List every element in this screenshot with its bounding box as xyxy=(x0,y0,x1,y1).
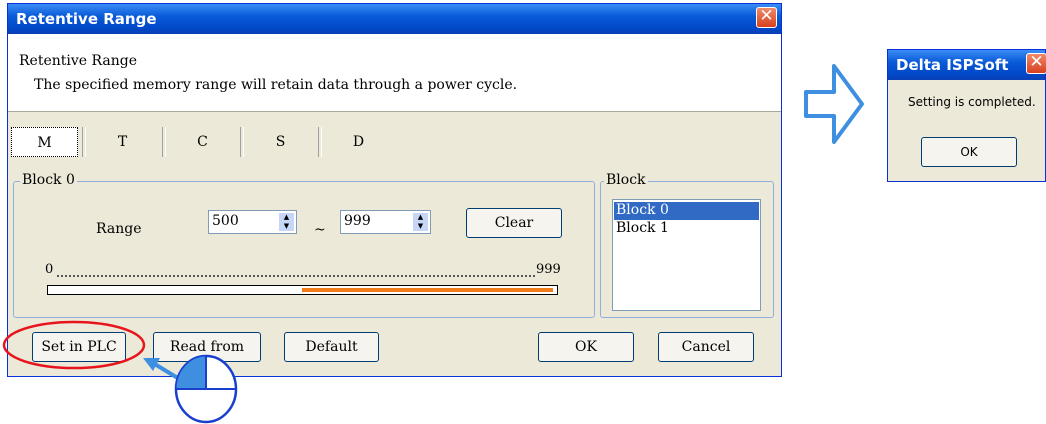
spinner-arrows[interactable]: ▲ ▼ xyxy=(279,213,294,231)
arrow-down-icon[interactable]: ▼ xyxy=(413,222,428,231)
read-from-plc-button[interactable]: Read from PLC xyxy=(153,332,261,383)
button-label: OK xyxy=(575,339,597,355)
button-label: Default xyxy=(305,339,358,355)
tab-label: T xyxy=(117,134,128,150)
confirm-title-bar[interactable]: Delta ISPSoft ✕ xyxy=(888,50,1046,80)
block-group-title: Block xyxy=(604,172,648,188)
list-item-label: Block 0 xyxy=(616,202,669,218)
tab-label: C xyxy=(197,134,208,150)
button-label: OK xyxy=(960,145,978,159)
button-label: Clear xyxy=(494,215,534,231)
range-start-value: 500 xyxy=(212,213,239,229)
range-end-spinner[interactable]: 999 ▲ ▼ xyxy=(340,210,431,234)
button-label: Cancel xyxy=(681,339,731,355)
group-title: Block 0 xyxy=(20,172,77,188)
dialog-title: Retentive Range xyxy=(16,10,157,28)
spinner-arrows[interactable]: ▲ ▼ xyxy=(413,213,428,231)
tab-s[interactable]: S xyxy=(243,127,318,157)
list-item-block-0[interactable]: Block 0 xyxy=(614,202,759,220)
range-separator: ~ xyxy=(314,222,326,238)
arrow-up-icon[interactable]: ▲ xyxy=(413,213,428,222)
close-icon: ✕ xyxy=(759,6,774,26)
range-end-value: 999 xyxy=(344,213,371,229)
button-label: Read from PLC xyxy=(169,339,245,383)
tab-label: M xyxy=(37,135,52,151)
tab-label: S xyxy=(275,134,286,150)
block-listbox[interactable]: Block 0 Block 1 xyxy=(612,199,761,311)
scale-min-label: 0 xyxy=(45,262,54,277)
default-button[interactable]: Default xyxy=(284,332,379,362)
confirm-dialog-title: Delta ISPSoft xyxy=(896,56,1009,74)
list-item-label: Block 1 xyxy=(616,220,669,236)
range-bar-track xyxy=(47,285,558,295)
block-list-group: Block Block 0 Block 1 xyxy=(600,172,774,318)
ok-button[interactable]: OK xyxy=(538,332,634,362)
list-item-block-1[interactable]: Block 1 xyxy=(614,220,759,238)
cancel-button[interactable]: Cancel xyxy=(658,332,754,362)
button-label: Set in PLC xyxy=(41,339,117,355)
tab-t[interactable]: T xyxy=(85,127,160,157)
section-description: The specified memory range will retain d… xyxy=(34,77,518,93)
clear-button[interactable]: Clear xyxy=(466,208,562,238)
tab-c[interactable]: C xyxy=(165,127,240,157)
tab-d[interactable]: D xyxy=(321,127,396,157)
close-button[interactable]: ✕ xyxy=(1026,52,1046,74)
range-start-spinner[interactable]: 500 ▲ ▼ xyxy=(208,210,297,234)
close-button[interactable]: ✕ xyxy=(756,6,777,28)
description-panel: Retentive Range The specified memory ran… xyxy=(8,34,781,112)
confirm-dialog: Delta ISPSoft ✕ Setting is completed. OK xyxy=(887,49,1046,182)
tab-label: D xyxy=(352,134,365,150)
arrow-down-icon[interactable]: ▼ xyxy=(279,222,294,231)
flow-arrow-icon xyxy=(804,64,864,144)
arrow-up-icon[interactable]: ▲ xyxy=(279,213,294,222)
scale-max-label: 999 xyxy=(536,262,561,277)
confirm-message: Setting is completed. xyxy=(908,95,1036,109)
section-heading: Retentive Range xyxy=(19,53,137,69)
title-bar[interactable]: Retentive Range ✕ xyxy=(8,4,781,34)
range-label: Range xyxy=(96,221,142,237)
tab-m[interactable]: M xyxy=(11,127,78,157)
set-in-plc-button[interactable]: Set in PLC xyxy=(32,332,126,362)
close-icon: ✕ xyxy=(1029,52,1044,72)
retentive-range-dialog: Retentive Range ✕ Retentive Range The sp… xyxy=(7,3,782,383)
block-settings-group: Block 0 Range 500 ▲ ▼ ~ 999 ▲ ▼ Clear 0 … xyxy=(13,172,595,318)
retained-range-fill xyxy=(301,288,553,292)
scale-dotted-line xyxy=(57,275,535,277)
confirm-ok-button[interactable]: OK xyxy=(921,137,1017,167)
